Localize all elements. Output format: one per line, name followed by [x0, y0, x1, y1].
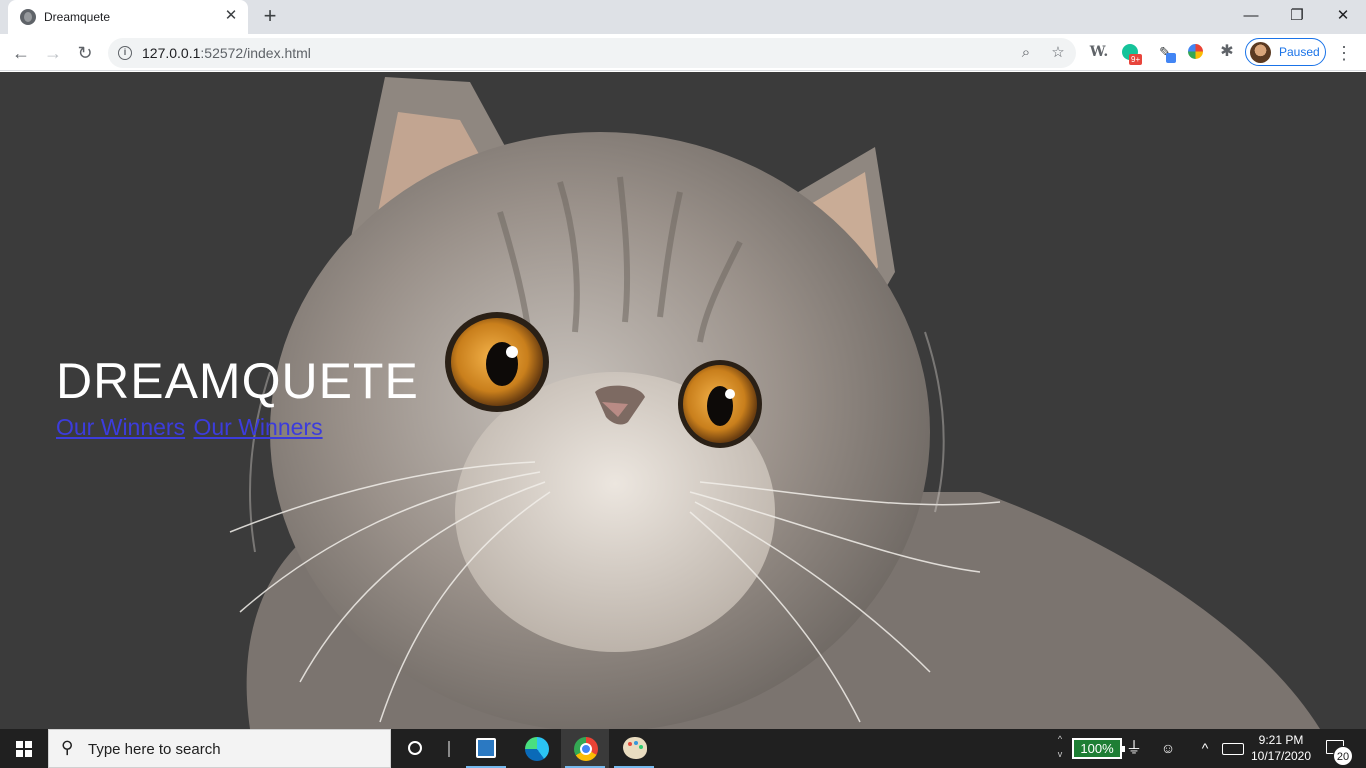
task-view-icon — [448, 741, 460, 757]
color-wheel-icon — [1188, 44, 1203, 59]
globe-icon — [20, 9, 36, 25]
paint-palette-icon — [623, 737, 647, 759]
browser-tab[interactable]: Dreamquete ✕ — [8, 0, 248, 34]
clock-date: 10/17/2020 — [1250, 749, 1312, 763]
bookmark-star-icon[interactable]: ☆ — [1048, 43, 1068, 63]
tab-close-icon[interactable]: ✕ — [222, 7, 240, 25]
pen-extension-icon[interactable]: ✎ — [1155, 42, 1176, 63]
address-bar[interactable]: i 127.0.0.1:52572/index.html ⌕ ☆ — [108, 38, 1076, 68]
notification-count-badge: 20 — [1333, 746, 1353, 766]
color-picker-extension-icon[interactable] — [1186, 42, 1206, 62]
show-hidden-icons-chevron-icon[interactable]: ^ — [1195, 729, 1215, 768]
grammarly-badge: 9+ — [1129, 54, 1143, 65]
scroll-down-icon: v — [1057, 749, 1063, 759]
forward-button[interactable]: → — [40, 40, 66, 66]
touch-keyboard-button[interactable] — [1222, 729, 1244, 768]
keyboard-icon — [1222, 743, 1244, 755]
tab-strip: Dreamquete ✕ + — ❐ ✕ — [0, 0, 1366, 34]
site-info-icon[interactable]: i — [118, 46, 132, 60]
extensions-puzzle-icon[interactable]: ✱ — [1217, 42, 1237, 62]
power-plug-icon[interactable]: ⏚ — [1126, 729, 1142, 768]
windows-taskbar: ⚲ Type here to search ^ v 100% ⏚ ☺ ^ 9:2… — [0, 729, 1366, 768]
back-button[interactable]: ← — [8, 40, 34, 66]
page-viewport: DREAMQUETE Our Winners Our Winners — [0, 72, 1366, 729]
url-path: :52572/index.html — [200, 45, 311, 61]
our-winners-link[interactable]: Our Winners — [193, 414, 322, 440]
url-host: 127.0.0.1 — [142, 45, 201, 61]
taskbar-app-notes[interactable] — [462, 729, 510, 768]
cortana-circle-icon — [408, 741, 422, 755]
search-placeholder: Type here to search — [88, 741, 221, 758]
avatar — [1250, 42, 1271, 63]
battery-indicator[interactable]: 100% — [1072, 738, 1125, 759]
chrome-icon — [574, 737, 598, 761]
scroll-up-icon: ^ — [1057, 734, 1063, 744]
reload-button[interactable]: ↻ — [72, 40, 98, 66]
people-icon[interactable]: ☺ — [1158, 729, 1178, 768]
edge-icon — [525, 737, 549, 761]
profile-button[interactable]: Paused — [1245, 38, 1326, 66]
task-view-button[interactable] — [430, 729, 460, 768]
restore-button[interactable]: ❐ — [1274, 2, 1320, 30]
tab-title: Dreamquete — [44, 10, 111, 24]
close-window-button[interactable]: ✕ — [1320, 2, 1366, 30]
tray-scroll-arrows[interactable]: ^ v — [1052, 729, 1068, 768]
clock-time: 9:21 PM — [1258, 733, 1304, 747]
zoom-icon[interactable]: ⌕ — [1016, 43, 1036, 63]
taskbar-clock[interactable]: 9:21 PM 10/17/2020 — [1250, 729, 1312, 768]
our-winners-link[interactable]: Our Winners — [56, 414, 185, 440]
search-icon: ⚲ — [61, 738, 74, 757]
minimize-button[interactable]: — — [1228, 2, 1274, 30]
browser-toolbar: ← → ↻ i 127.0.0.1:52572/index.html ⌕ ☆ W… — [0, 34, 1366, 71]
notes-app-icon — [476, 738, 496, 758]
pen-square-icon — [1166, 53, 1176, 63]
windows-logo-icon — [16, 741, 32, 757]
taskbar-app-edge[interactable] — [512, 729, 560, 768]
profile-status: Paused — [1279, 45, 1320, 59]
taskbar-app-chrome[interactable] — [561, 729, 609, 768]
new-tab-button[interactable]: + — [258, 4, 282, 28]
start-button[interactable] — [0, 729, 48, 768]
action-center-button[interactable]: 20 — [1318, 729, 1358, 768]
wordtune-extension-icon[interactable]: W. — [1089, 42, 1109, 62]
taskbar-app-paint[interactable] — [610, 729, 658, 768]
taskbar-search-box[interactable]: ⚲ Type here to search — [48, 729, 391, 768]
chrome-menu-icon[interactable]: ⋮ — [1334, 40, 1354, 66]
hero-links: Our Winners Our Winners — [56, 414, 325, 441]
address-url[interactable]: 127.0.0.1:52572/index.html — [142, 45, 311, 61]
grammarly-extension-icon[interactable]: 9+ — [1122, 42, 1143, 65]
site-brand-heading: DREAMQUETE — [56, 353, 419, 409]
